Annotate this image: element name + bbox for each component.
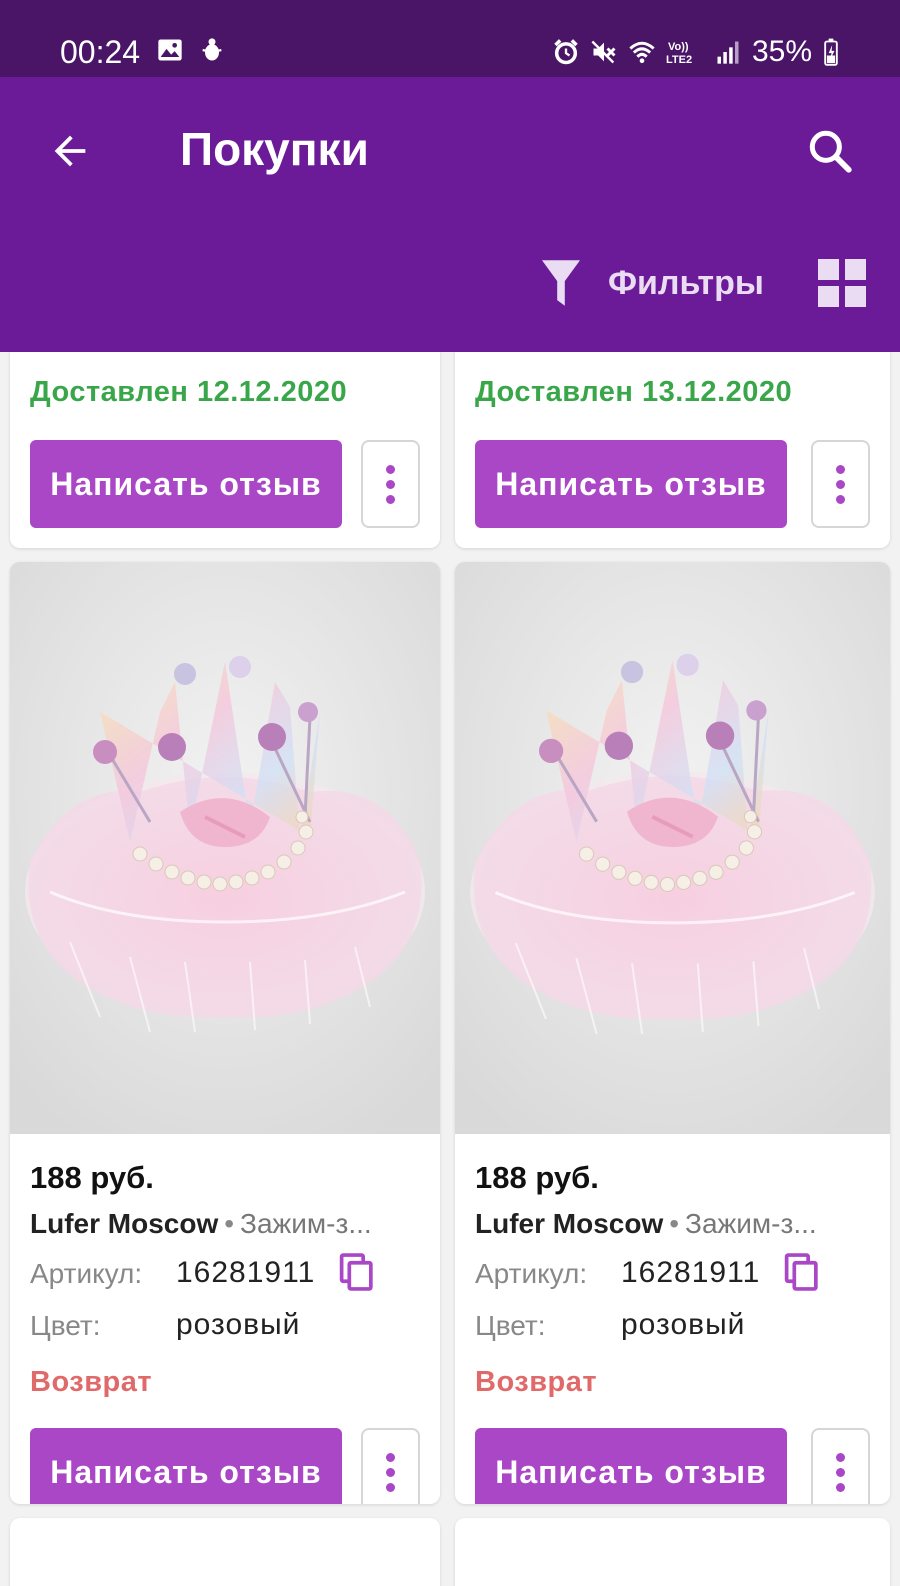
more-vert-icon xyxy=(836,464,845,474)
product-brand: Lufer Moscow xyxy=(30,1208,219,1239)
alarm-icon xyxy=(554,39,578,65)
grid-view-icon[interactable] xyxy=(818,259,866,307)
android-debug-icon xyxy=(202,38,222,61)
color-label: Цвет: xyxy=(30,1310,101,1341)
return-status: Возврат xyxy=(475,1366,598,1398)
filters-label: Фильтры xyxy=(608,263,764,302)
purchases-grid: Доставлен 12.12.2020 Написать отзыв Дост… xyxy=(0,352,900,1586)
more-options-button[interactable] xyxy=(811,1428,870,1504)
write-review-button[interactable]: Написать отзыв xyxy=(30,1428,342,1504)
color-label: Цвет: xyxy=(475,1310,546,1341)
product-name: Зажим-з... xyxy=(240,1208,372,1239)
battery-percent: 35% xyxy=(751,35,812,68)
status-time: 00:24 xyxy=(60,34,141,70)
product-name: Зажим-з... xyxy=(685,1208,817,1239)
more-vert-icon xyxy=(836,1452,845,1462)
order-card: Доставлен 12.12.2020 Написать отзыв xyxy=(10,352,440,548)
write-review-button[interactable]: Написать отзыв xyxy=(475,1428,787,1504)
more-vert-icon xyxy=(386,464,395,474)
product-price: 188 руб. xyxy=(475,1160,599,1195)
more-options-button[interactable] xyxy=(811,440,870,528)
funnel-icon xyxy=(542,260,580,306)
product-price: 188 руб. xyxy=(30,1160,154,1195)
product-card[interactable]: 188 руб. Lufer Moscow • Зажим-з... Артикул… xyxy=(455,562,890,1504)
article-value: 16281911 xyxy=(621,1256,761,1289)
status-left-icons xyxy=(156,36,226,64)
product-card[interactable] xyxy=(455,1518,890,1586)
return-status: Возврат xyxy=(30,1366,153,1398)
back-button[interactable] xyxy=(40,121,100,181)
write-review-button[interactable]: Написать отзыв xyxy=(30,440,342,528)
product-brand-line: Lufer Moscow • Зажим-з... xyxy=(30,1208,420,1240)
product-brand-line: Lufer Moscow • Зажим-з... xyxy=(475,1208,865,1240)
separator-dot: • xyxy=(669,1208,680,1239)
search-icon xyxy=(809,130,852,173)
more-options-button[interactable] xyxy=(361,1428,420,1504)
write-review-button[interactable]: Написать отзыв xyxy=(475,440,787,528)
signal-icon xyxy=(717,41,739,64)
article-value: 16281911 xyxy=(176,1256,316,1289)
product-brand: Lufer Moscow xyxy=(475,1208,664,1239)
delivery-status: Доставлен 13.12.2020 xyxy=(475,376,793,408)
arrow-back-icon xyxy=(54,135,86,167)
status-right-icons: Vo)) LTE2 35% xyxy=(552,34,840,70)
page-title: Покупки xyxy=(180,123,369,175)
search-button[interactable] xyxy=(800,121,860,181)
more-options-button[interactable] xyxy=(361,440,420,528)
svg-text:Vo)): Vo)) xyxy=(668,41,689,53)
product-image[interactable] xyxy=(455,562,890,1134)
copy-icon[interactable] xyxy=(783,1252,821,1292)
product-card[interactable]: 188 руб. Lufer Moscow • Зажим-з... Артикул… xyxy=(10,562,440,1504)
app-bar: Покупки Фильтры xyxy=(0,77,900,352)
article-label: Артикул: xyxy=(475,1258,588,1289)
filters-button[interactable]: Фильтры xyxy=(542,255,764,311)
delivery-status: Доставлен 12.12.2020 xyxy=(30,376,348,408)
status-bar: 00:24 Vo)) LTE2 35% xyxy=(0,0,900,77)
product-card[interactable] xyxy=(10,1518,440,1586)
svg-text:LTE2: LTE2 xyxy=(666,54,692,66)
wifi-icon xyxy=(629,41,655,64)
color-value: розовый xyxy=(621,1308,746,1341)
more-vert-icon xyxy=(386,1452,395,1462)
battery-charging-icon xyxy=(824,38,838,66)
image-icon xyxy=(158,39,182,61)
volte-lte2-icon: Vo))LTE2 xyxy=(666,41,692,66)
separator-dot: • xyxy=(224,1208,235,1239)
product-image[interactable] xyxy=(10,562,440,1134)
color-value: розовый xyxy=(176,1308,301,1341)
mute-icon xyxy=(591,40,616,64)
order-card: Доставлен 13.12.2020 Написать отзыв xyxy=(455,352,890,548)
copy-icon[interactable] xyxy=(338,1252,376,1292)
article-label: Артикул: xyxy=(30,1258,143,1289)
